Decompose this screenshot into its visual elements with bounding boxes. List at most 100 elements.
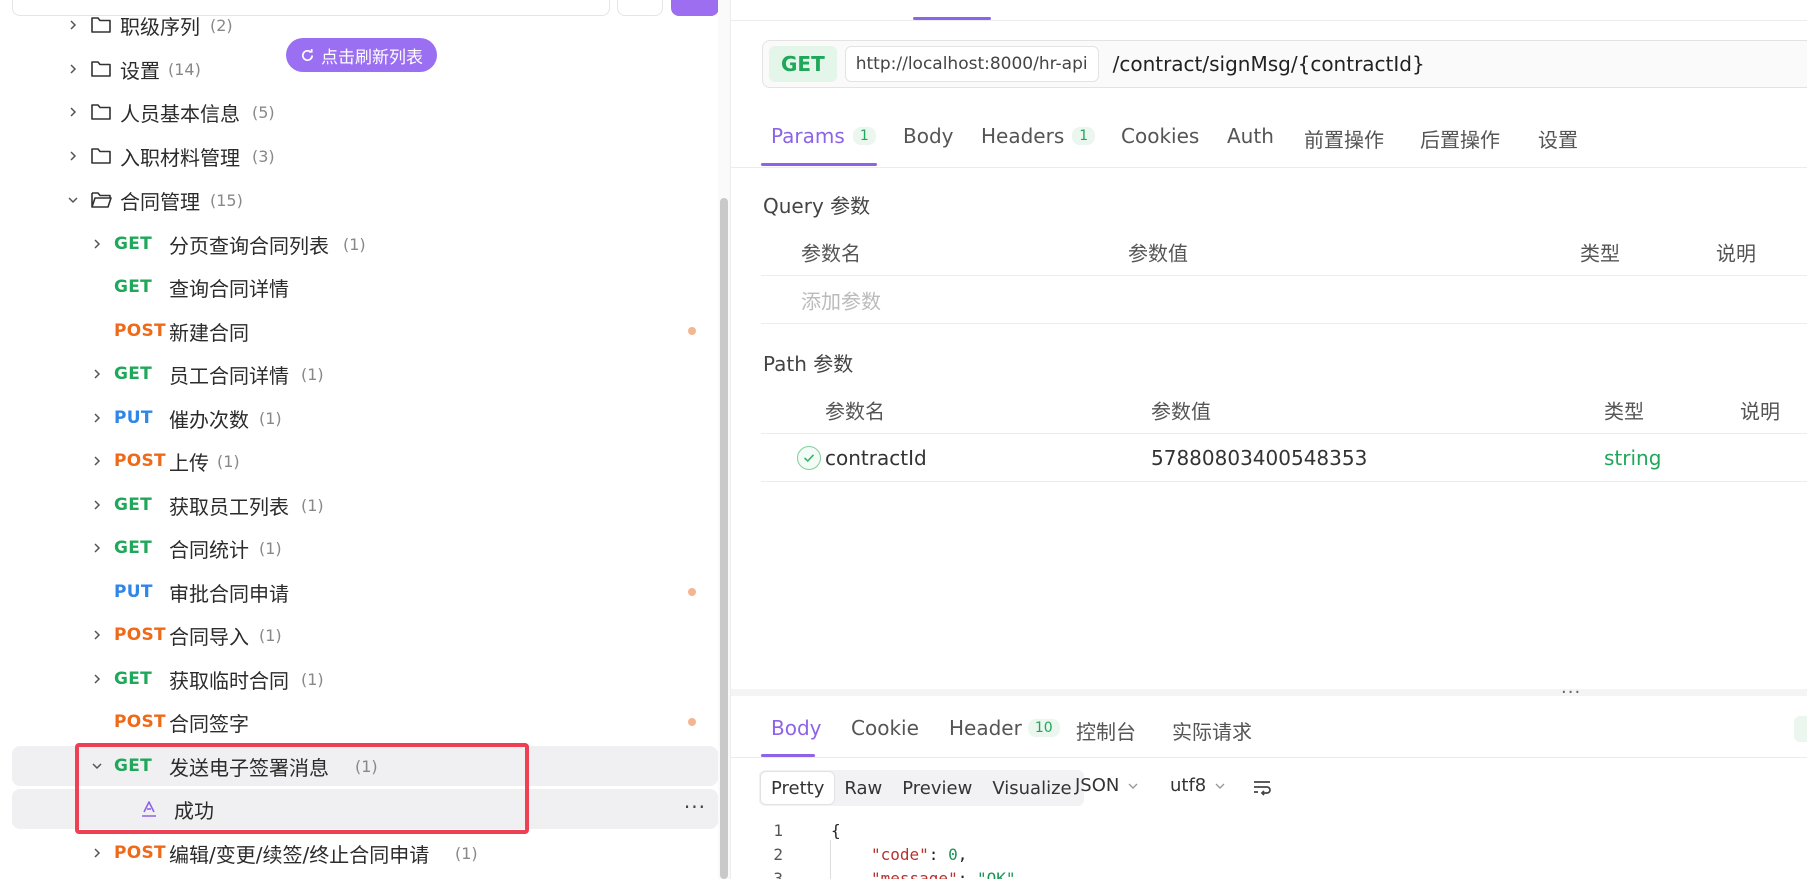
endpoint-count: (1)	[217, 451, 240, 471]
encoding-select[interactable]: utf8	[1170, 775, 1226, 796]
endpoint-label: 上传	[169, 450, 209, 475]
chevron-right-icon	[90, 846, 104, 860]
tab-console[interactable]: 控制台	[1076, 716, 1136, 745]
tab-settings[interactable]: 设置	[1538, 124, 1578, 153]
folder-icon	[91, 17, 111, 33]
add-param-placeholder[interactable]: 添加参数	[801, 285, 881, 314]
tree-endpoint[interactable]: POST 合同导入 (1)	[0, 615, 718, 655]
tree-endpoint[interactable]: PUT 审批合同申请	[0, 572, 718, 612]
tree-endpoint-selected[interactable]: GET 发送电子签署消息 (1)	[12, 746, 718, 786]
folder-label: 人员基本信息	[120, 101, 240, 126]
endpoint-count: (1)	[259, 538, 282, 558]
endpoint-label: 审批合同申请	[169, 581, 289, 606]
col-value: 参数值	[1128, 241, 1188, 265]
json-comma: ,	[1015, 868, 1026, 879]
endpoint-label: 合同导入	[169, 624, 249, 649]
tab-label: Headers	[981, 124, 1065, 148]
more-options-icon[interactable]: ···	[684, 795, 706, 819]
chevron-down-icon	[1215, 783, 1225, 789]
request-tabs: Params 1 Body Headers 1 Cookies Auth 前置操…	[731, 116, 1807, 168]
refresh-icon	[302, 48, 314, 61]
tree-endpoint[interactable]: GET 员工合同详情 (1)	[0, 354, 718, 394]
folder-label: 合同管理	[120, 189, 200, 214]
col-name: 参数名	[801, 241, 861, 265]
view-raw[interactable]: Raw	[834, 772, 892, 804]
query-params-header: 参数名 参数值 类型 说明	[761, 228, 1807, 276]
endpoint-count: (1)	[301, 669, 324, 689]
url-bar[interactable]: GET http://localhost:8000/hr-api /contra…	[762, 40, 1807, 88]
tab-label: Header	[949, 716, 1022, 740]
tree-folder[interactable]: 入职材料管理 (3)	[0, 136, 718, 176]
json-colon: :	[957, 868, 977, 879]
tree-endpoint[interactable]: POST 合同签字	[0, 702, 718, 742]
unsaved-dot	[688, 327, 696, 335]
request-panel: GET http://localhost:8000/hr-api /contra…	[730, 0, 1807, 879]
tab-response-cookie[interactable]: Cookie	[851, 716, 919, 740]
folder-open-icon	[91, 192, 112, 208]
method-badge: GET	[114, 364, 153, 384]
request-method-select[interactable]: GET	[769, 46, 837, 82]
tab-headers[interactable]: Headers 1	[981, 124, 1096, 148]
tab-label: 设置	[1538, 128, 1578, 152]
folder-label: 职级序列	[120, 14, 200, 39]
tab-response-body[interactable]: Body	[771, 716, 822, 740]
tree-endpoint[interactable]: POST 上传 (1)	[0, 441, 718, 481]
tree-endpoint[interactable]: PUT 催办次数 (1)	[0, 398, 718, 438]
chevron-right-icon	[90, 367, 104, 381]
param-name[interactable]: contractId	[825, 446, 927, 470]
folder-count: (3)	[252, 146, 275, 166]
tab-post-request[interactable]: 后置操作	[1420, 124, 1500, 153]
col-name: 参数名	[825, 399, 885, 423]
json-colon: :	[928, 844, 949, 864]
format-value: JSON	[1075, 775, 1120, 796]
enabled-checkbox[interactable]	[797, 446, 821, 470]
tree-endpoint[interactable]: POST 编辑/变更/续签/终止合同申请 (1)	[0, 833, 718, 873]
col-type: 类型	[1580, 241, 1620, 265]
view-preview[interactable]: Preview	[892, 772, 982, 804]
tree-endpoint[interactable]: GET 合同统计 (1)	[0, 528, 718, 568]
tab-body[interactable]: Body	[903, 124, 954, 148]
tab-actual-request[interactable]: 实际请求	[1172, 716, 1252, 745]
base-url-select[interactable]: http://localhost:8000/hr-api	[844, 46, 1099, 82]
method-badge: POST	[114, 712, 166, 732]
tree-scrollbar-thumb[interactable]	[720, 198, 728, 879]
tree-endpoint[interactable]: GET 查询合同详情	[0, 267, 718, 307]
path-param-row[interactable]: contractId 57880803400548353 string	[761, 434, 1807, 482]
tree-endpoint[interactable]: GET 分页查询合同列表 (1)	[0, 224, 718, 264]
tab-auth[interactable]: Auth	[1227, 124, 1274, 148]
code-text: "message": "OK",	[871, 869, 1025, 879]
tree-endpoint[interactable]: GET 获取临时合同 (1)	[0, 659, 718, 699]
tab-params[interactable]: Params 1	[771, 124, 876, 148]
request-path-input[interactable]: /contract/signMsg/{contractId}	[1113, 52, 1425, 76]
tree-example-row[interactable]: 成功 ···	[12, 789, 718, 829]
chevron-right-icon	[90, 672, 104, 686]
json-comma: ,	[957, 844, 968, 864]
tab-cookies[interactable]: Cookies	[1121, 124, 1199, 148]
param-value[interactable]: 57880803400548353	[1151, 446, 1367, 470]
view-pretty[interactable]: Pretty	[761, 772, 835, 804]
panel-splitter[interactable]	[731, 689, 1807, 696]
folder-label: 入职材料管理	[120, 145, 240, 170]
word-wrap-icon[interactable]	[1251, 776, 1273, 798]
tab-response-header[interactable]: Header 10	[949, 716, 1060, 740]
tab-label: 后置操作	[1420, 128, 1500, 152]
query-add-row[interactable]: 添加参数	[761, 276, 1807, 324]
format-select[interactable]: JSON	[1075, 775, 1139, 796]
folder-count: (14)	[168, 59, 201, 79]
request-tab-indicator	[761, 163, 877, 166]
endpoint-label: 查询合同详情	[169, 276, 289, 301]
view-visualize[interactable]: Visualize	[982, 772, 1081, 804]
tab-pre-request[interactable]: 前置操作	[1304, 124, 1384, 153]
tree-folder[interactable]: 人员基本信息 (5)	[0, 92, 718, 132]
endpoint-label: 新建合同	[169, 320, 249, 345]
response-tab-indicator	[761, 754, 815, 757]
param-type[interactable]: string	[1604, 446, 1661, 470]
endpoint-label: 催办次数	[169, 407, 249, 432]
tree-endpoint[interactable]: POST 新建合同	[0, 311, 718, 351]
method-badge: GET	[114, 669, 153, 689]
tree-folder-expanded[interactable]: 合同管理 (15)	[0, 180, 718, 220]
refresh-list-button[interactable]: 点击刷新列表	[286, 38, 437, 72]
tree-endpoint[interactable]: GET 获取员工列表 (1)	[0, 485, 718, 525]
tab-label: Body	[771, 716, 822, 740]
endpoint-count: (1)	[343, 234, 366, 254]
